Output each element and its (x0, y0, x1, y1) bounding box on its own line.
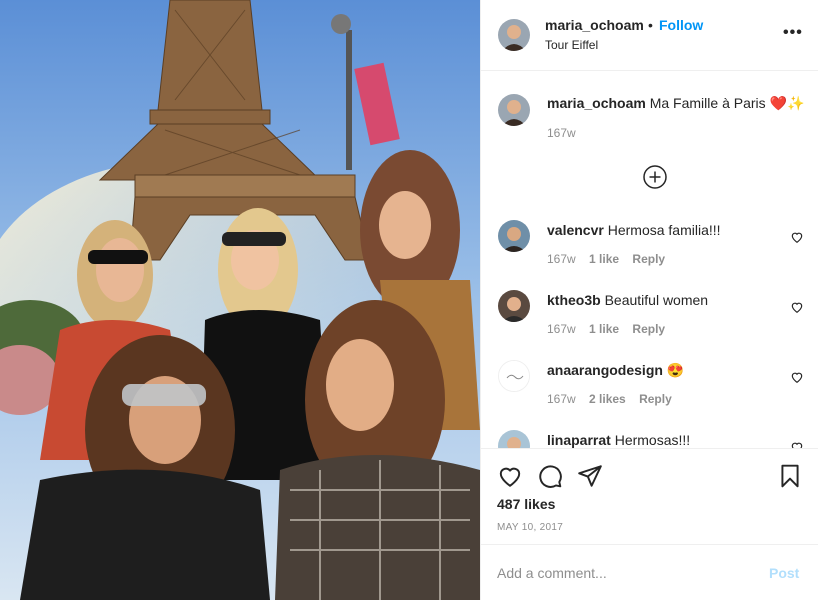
reply-button[interactable]: Reply (632, 252, 665, 266)
comment-line: linaparrat Hermosas!!! (547, 432, 690, 448)
comment-text: Beautiful women (604, 292, 709, 308)
author-avatar[interactable] (498, 19, 530, 51)
header-separator: • (648, 17, 653, 33)
commenter-avatar[interactable] (498, 360, 530, 392)
comment-like-icon[interactable] (790, 370, 804, 384)
caption-text: Ma Famille à Paris (649, 95, 766, 111)
add-comment-input[interactable] (497, 565, 747, 581)
comment-time: 167w (547, 392, 576, 406)
comment-text: Hermosa familia!!! (607, 222, 721, 238)
comment-time: 167w (547, 252, 576, 266)
comment-like-icon[interactable] (790, 300, 804, 314)
comment-bubble-icon[interactable] (537, 463, 563, 489)
like-heart-icon[interactable] (497, 463, 523, 489)
comment-like-icon[interactable] (790, 230, 804, 244)
caption-emoji: ❤️✨ (769, 95, 805, 111)
comment-meta: 167w 1 like Reply (547, 252, 675, 266)
comment-item: ktheo3b Beautiful women 167w 1 like Repl… (481, 278, 818, 348)
more-options-icon[interactable]: ••• (783, 24, 803, 42)
comment-item: linaparrat Hermosas!!! (481, 418, 818, 448)
reply-button[interactable]: Reply (639, 392, 672, 406)
commenter-avatar[interactable] (498, 220, 530, 252)
commenter-avatar[interactable] (498, 430, 530, 448)
likes-count[interactable]: 487 likes (497, 496, 555, 512)
post-date: MAY 10, 2017 (497, 522, 564, 533)
comment-likes[interactable]: 1 like (589, 322, 619, 336)
follow-button[interactable]: Follow (659, 17, 703, 33)
caption-time: 167w (547, 126, 576, 140)
comment-username[interactable]: linaparrat (547, 432, 611, 448)
comment-username[interactable]: anaarangodesign (547, 362, 663, 378)
comment-like-icon[interactable] (790, 440, 804, 448)
post-comment-button[interactable]: Post (769, 565, 799, 581)
comment-username[interactable]: ktheo3b (547, 292, 601, 308)
comment-time: 167w (547, 322, 576, 336)
author-username[interactable]: maria_ochoam (545, 17, 644, 33)
comments-list[interactable]: maria_ochoam Ma Famille à Paris ❤️✨ 167w… (481, 72, 818, 448)
caption-line: maria_ochoam Ma Famille à Paris ❤️✨ (547, 95, 804, 112)
comment-username[interactable]: valencvr (547, 222, 604, 238)
caption-avatar[interactable] (498, 94, 530, 126)
save-bookmark-icon[interactable] (777, 463, 803, 489)
post-header: maria_ochoam • Follow Tour Eiffel ••• (481, 0, 818, 71)
caption: maria_ochoam Ma Famille à Paris ❤️✨ 167w (481, 72, 818, 152)
add-comment-bar: Post (481, 544, 818, 600)
comment-line: anaarangodesign 😍 (547, 362, 684, 379)
reply-button[interactable]: Reply (632, 322, 665, 336)
post-actions: 487 likes MAY 10, 2017 (481, 448, 818, 544)
comment-line: ktheo3b Beautiful women (547, 292, 708, 308)
comment-likes[interactable]: 2 likes (589, 392, 626, 406)
share-send-icon[interactable] (577, 463, 603, 489)
comment-meta: 167w 1 like Reply (547, 322, 675, 336)
comment-item: valencvr Hermosa familia!!! 167w 1 like … (481, 208, 818, 278)
comment-likes[interactable]: 1 like (589, 252, 619, 266)
caption-username[interactable]: maria_ochoam (547, 95, 646, 111)
location-link[interactable]: Tour Eiffel (545, 38, 598, 52)
post-photo[interactable] (0, 0, 480, 600)
commenter-avatar[interactable] (498, 290, 530, 322)
comment-text: 😍 (666, 362, 685, 378)
load-more-comments-icon[interactable] (643, 165, 667, 189)
comment-meta: 167w 2 likes Reply (547, 392, 682, 406)
comment-item: anaarangodesign 😍 167w 2 likes Reply (481, 348, 818, 418)
comment-line: valencvr Hermosa familia!!! (547, 222, 721, 238)
comment-text: Hermosas!!! (614, 432, 691, 448)
post-side-panel: maria_ochoam • Follow Tour Eiffel ••• ma… (480, 0, 818, 600)
